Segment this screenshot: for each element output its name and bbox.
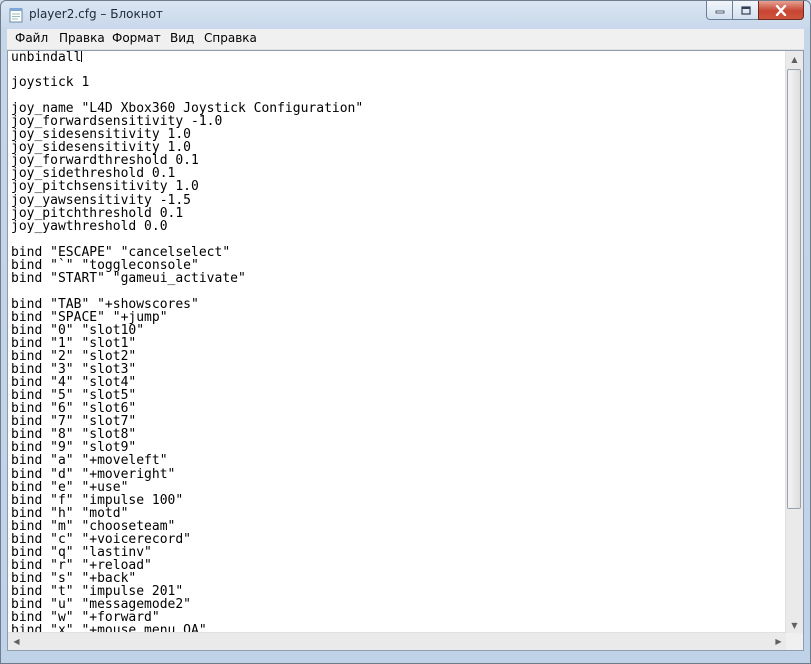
horizontal-scrollbar[interactable]: ◀ ▶ xyxy=(8,632,787,650)
menu-edit[interactable]: Правка xyxy=(57,31,107,45)
editor-line: bind "ESCAPE" "cancelselect" xyxy=(11,244,231,260)
editor-line: bind "c" "+voicerecord" xyxy=(11,531,192,547)
title-bar[interactable]: player2.cfg – Блокнот xyxy=(1,1,810,29)
editor-line: bind "`" "toggleconsole" xyxy=(11,257,199,273)
maximize-button[interactable] xyxy=(732,1,759,20)
editor-line: joy_pitchsensitivity 1.0 xyxy=(11,179,199,195)
editor-line: joystick 1 xyxy=(11,75,90,91)
notepad-icon xyxy=(9,8,23,23)
editor-line: bind "h" "motd" xyxy=(11,505,129,521)
menu-bar: Файл Правка Формат Вид Справка xyxy=(7,29,804,50)
scroll-down-arrow-icon[interactable]: ▼ xyxy=(786,617,803,634)
minimize-button[interactable] xyxy=(706,1,733,20)
editor-text[interactable]: unbindall joystick 1 joy_name "L4D Xbox3… xyxy=(11,50,789,633)
vertical-scroll-thumb[interactable] xyxy=(787,69,801,509)
editor-line: bind "a" "+moveleft" xyxy=(11,453,168,469)
window-bottom-frame xyxy=(7,651,804,659)
editor-line: bind "e" "+use" xyxy=(11,479,129,495)
minimize-icon xyxy=(715,10,724,14)
editor-line: bind "TAB" "+showscores" xyxy=(11,296,199,312)
text-editor[interactable]: unbindall joystick 1 joy_name "L4D Xbox3… xyxy=(7,50,804,651)
editor-line: unbindall xyxy=(11,50,83,65)
menu-help[interactable]: Справка xyxy=(202,31,259,45)
window-title: player2.cfg – Блокнот xyxy=(29,7,163,21)
editor-line: joy_yawsensitivity -1.5 xyxy=(11,192,192,208)
editor-line: bind "d" "+moveright" xyxy=(11,466,176,482)
editor-line: joy_yawthreshold 0.0 xyxy=(11,218,168,234)
menu-file[interactable]: Файл xyxy=(13,31,50,45)
editor-line: bind "q" "lastinv" xyxy=(11,544,152,560)
scroll-left-arrow-icon[interactable]: ◀ xyxy=(8,633,25,650)
text-caret xyxy=(81,51,83,62)
scroll-up-arrow-icon[interactable]: ▲ xyxy=(786,51,803,68)
maximize-icon xyxy=(740,5,751,15)
editor-line: bind "f" "impulse 100" xyxy=(11,492,184,508)
menu-view[interactable]: Вид xyxy=(168,31,196,45)
vertical-scrollbar[interactable]: ▲ ▼ xyxy=(785,51,803,634)
editor-line: bind "r" "+reload" xyxy=(11,557,152,573)
close-button[interactable] xyxy=(758,1,804,20)
notepad-window: player2.cfg – Блокнот Файл Правка Формат… xyxy=(0,0,811,664)
close-icon xyxy=(775,4,787,16)
editor-line: bind "START" "gameui_activate" xyxy=(11,270,246,286)
menu-format[interactable]: Формат xyxy=(110,31,163,45)
editor-line: bind "t" "impulse 201" xyxy=(11,583,184,599)
editor-line: bind "m" "chooseteam" xyxy=(11,518,176,534)
editor-line: joy_pitchthreshold 0.1 xyxy=(11,205,184,221)
scroll-right-arrow-icon[interactable]: ▶ xyxy=(770,633,787,650)
editor-line: bind "s" "+back" xyxy=(11,570,137,586)
scrollbar-corner xyxy=(786,633,803,650)
